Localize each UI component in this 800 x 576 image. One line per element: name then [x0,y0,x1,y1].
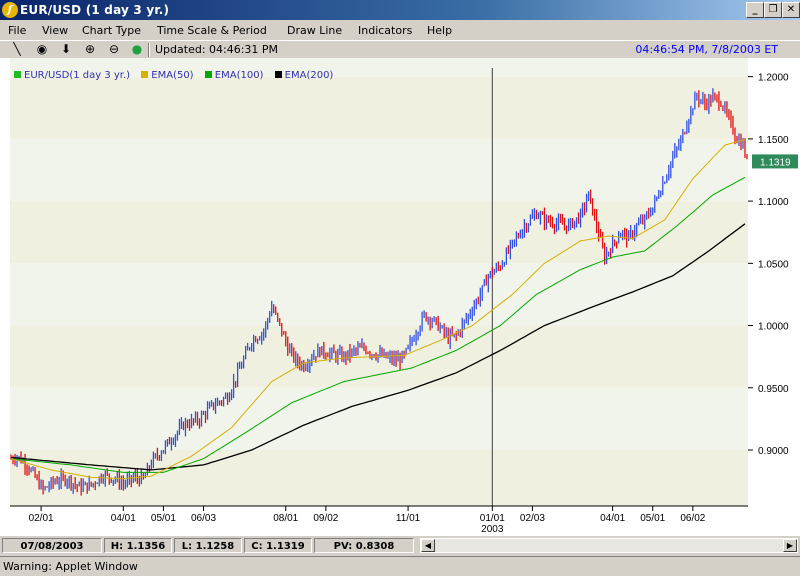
price-chart[interactable]: 0.9000 0.9500 1.0000 1.0500 1.1000 1.1500 1.20… [0,58,800,536]
x-tick-label: 09/02 [313,513,338,524]
toolbar-separator [148,43,150,57]
menu-chart-type[interactable]: Chart Type [82,24,141,37]
java-applet-icon[interactable]: ʃ [2,2,18,18]
status-high: H: 1.1356 [104,538,172,553]
right-arrow-icon: ▶ [786,541,794,550]
updated-time: Updated: 04:46:31 PM [155,43,279,56]
legend-label-ema50: EMA(50) [151,70,194,81]
globe-icon[interactable]: ● [128,41,146,57]
down-arrow-icon[interactable]: ⬇ [57,41,75,57]
horizontal-scrollbar[interactable]: ◀ ▶ [420,538,798,553]
status-low: L: 1.1258 [174,538,242,553]
scroll-left-button[interactable]: ◀ [421,539,435,552]
legend-swatch-ema200 [274,71,282,78]
menu-indicators[interactable]: Indicators [358,24,412,37]
legend-label-ema100: EMA(100) [214,70,264,81]
chart-canvas[interactable]: 0.9000 0.9500 1.0000 1.0500 1.1000 1.1500 1.20… [0,58,800,536]
legend-item-eurusd: EUR/USD(1 day 3 yr.) [14,70,130,81]
y-tick-label: 0.9500 [758,384,789,395]
x-tick-label: 04/01 [600,513,625,524]
y-axis-area [748,58,800,506]
zoom-out-icon[interactable]: ⊖ [105,41,123,57]
window-title: EUR/USD (1 day 3 yr.) [20,3,170,17]
applet-warning-text: Warning: Applet Window [3,560,138,573]
legend-swatch-ema100 [204,71,212,78]
x-tick-label: 02/01 [29,513,54,524]
status-bar: 07/08/2003 H: 1.1356 L: 1.1258 C: 1.1319… [0,536,800,556]
y-tick-label: 1.0500 [758,259,789,270]
close-button[interactable]: ✕ [782,2,800,18]
legend-item-ema200: EMA(200) [274,70,334,81]
zoom-in-icon[interactable]: ⊕ [81,41,99,57]
x-tick-label: 08/01 [273,513,298,524]
menu-draw-line[interactable]: Draw Line [287,24,342,37]
y-tick-label: 1.2000 [758,73,789,84]
y-tick-label: 1.0000 [758,322,789,333]
legend-swatch-eurusd [14,71,21,78]
legend-label-ema200: EMA(200) [284,70,334,81]
window-title-bar[interactable]: ʃ EUR/USD (1 day 3 yr.) _ ❐ ✕ [0,0,800,20]
price-band [10,263,748,326]
legend-swatch-ema50 [141,71,149,78]
menu-view[interactable]: View [42,24,68,37]
x-tick-label: 05/01 [151,513,176,524]
status-close: C: 1.1319 [244,538,312,553]
x-tick-label: 02/03 [520,513,545,524]
status-pv: PV: 0.8308 [314,538,414,553]
y-tick-label: 1.1500 [758,135,789,146]
price-band [10,387,748,450]
x-tick-label: 01/01 [480,513,505,524]
left-arrow-icon: ◀ [424,541,432,550]
chart-legend: EUR/USD(1 day 3 yr.) EMA(50) EMA(100) EM… [14,70,341,81]
x-tick-label: 06/03 [191,513,216,524]
legend-item-ema50: EMA(50) [141,70,194,81]
y-tick-label: 0.9000 [758,446,789,457]
x-tick-label: 11/01 [396,513,421,524]
last-price-label: 1.1319 [760,157,791,168]
x-tick-label: 05/01 [640,513,665,524]
crosshair-icon[interactable]: ◉ [33,41,51,57]
menu-help[interactable]: Help [427,24,452,37]
y-tick-label: 1.1000 [758,197,789,208]
minimize-button[interactable]: _ [746,2,764,18]
menu-bar: File View Chart Type Time Scale & Period… [0,20,800,40]
price-band [10,138,748,202]
restore-button[interactable]: ❐ [764,2,782,18]
legend-label-eurusd: EUR/USD(1 day 3 yr.) [24,70,131,81]
draw-line-icon[interactable]: ╲ [8,41,26,57]
applet-warning-bar: Warning: Applet Window [0,556,800,576]
menu-file[interactable]: File [8,24,26,37]
market-clock: 04:46:54 PM, 7/8/2003 ET [635,43,778,56]
scroll-right-button[interactable]: ▶ [783,539,797,552]
price-band [10,76,748,139]
status-date: 07/08/2003 [2,538,102,553]
x-tick-label: 04/01 [111,513,136,524]
legend-item-ema100: EMA(100) [204,70,264,81]
menu-time-scale[interactable]: Time Scale & Period [157,24,267,37]
toolbar: ╲ ◉ ⬇ ⊕ ⊖ ● Updated: 04:46:31 PM 04:46:5… [0,40,800,59]
x-tick-label: 06/02 [680,513,705,524]
x-year-label: 2003 [481,524,504,535]
